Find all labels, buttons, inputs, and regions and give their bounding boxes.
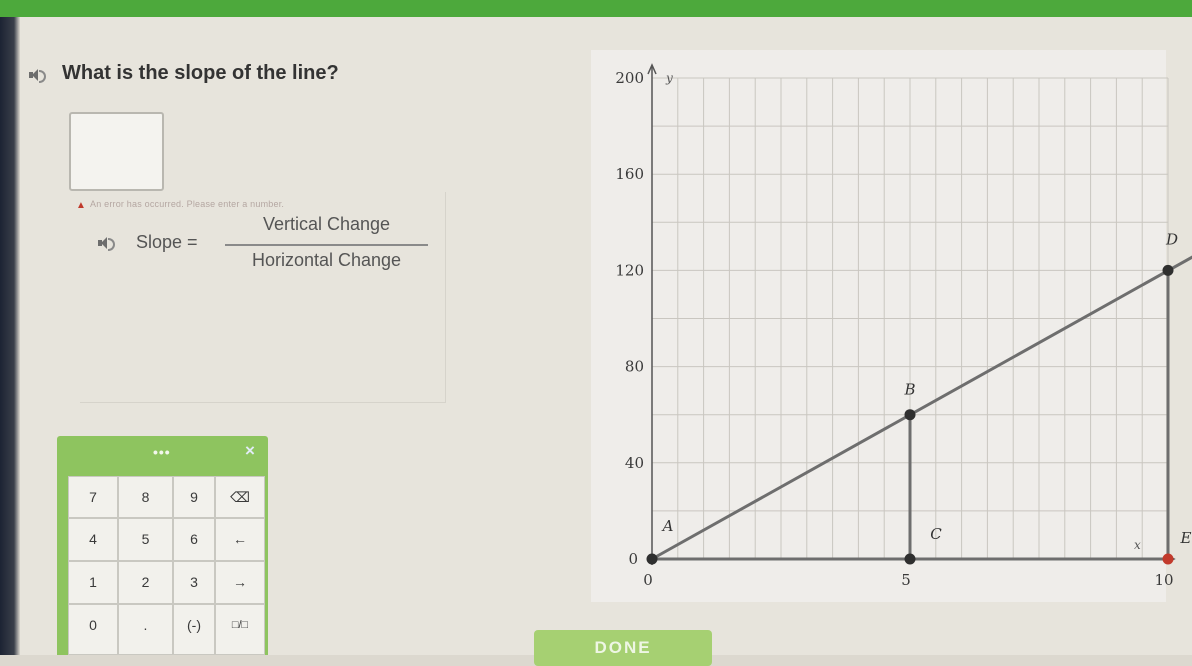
point-label-D: D xyxy=(1165,230,1178,248)
point-C xyxy=(904,553,916,565)
point-A xyxy=(646,553,658,565)
line-ad xyxy=(651,255,1192,561)
point-label-C: C xyxy=(930,525,942,543)
x-axis-label: x xyxy=(1134,538,1141,552)
point-label-A: A xyxy=(661,517,674,535)
coordinate-graph: y x 0 40 80 120 160 200 0 5 10 A B C D E xyxy=(615,63,1192,589)
y-tick-label: 120 xyxy=(615,261,644,279)
y-tick-label: 40 xyxy=(625,454,644,472)
x-tick-label: 5 xyxy=(901,571,911,589)
y-tick-label: 0 xyxy=(628,550,638,568)
done-button[interactable]: DONE xyxy=(534,630,712,666)
point-D xyxy=(1162,264,1174,276)
point-E xyxy=(1162,553,1174,565)
point-label-B: B xyxy=(903,381,915,399)
y-axis-label: y xyxy=(665,71,673,85)
point-label-E: E xyxy=(1180,529,1192,547)
y-tick-label: 80 xyxy=(625,358,644,376)
y-tick-label: 160 xyxy=(615,165,644,183)
y-tick-label: 200 xyxy=(615,69,644,87)
x-tick-label: 10 xyxy=(1154,571,1173,589)
point-B xyxy=(904,409,916,421)
x-tick-label: 0 xyxy=(643,571,653,589)
